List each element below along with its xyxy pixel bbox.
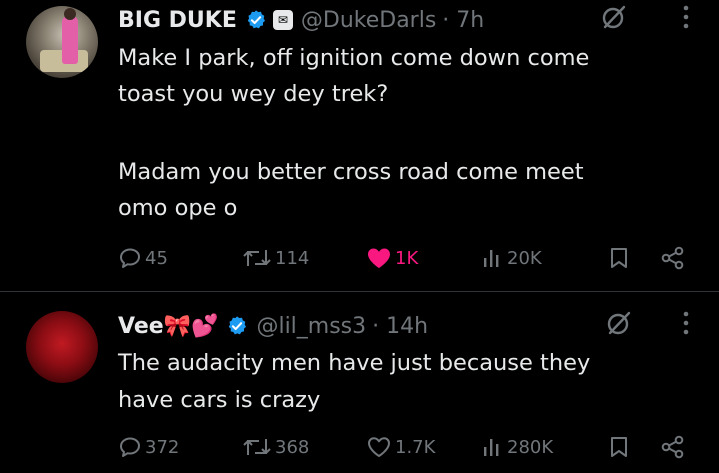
like-button[interactable]: 1K: [366, 240, 418, 276]
tweet-text-line: toast you wey dey trek?: [118, 81, 389, 107]
handle[interactable]: @lil_mss3: [256, 314, 366, 339]
tweet[interactable]: BIG DUKE ✉ @DukeDarls · 7h Make I park, …: [0, 0, 719, 292]
tweet-header: Vee🎀💕 @lil_mss3 · 14h: [118, 308, 428, 344]
tweet-actions: 372 368 1.7K 280K: [108, 429, 708, 465]
retweet-icon: [243, 250, 271, 266]
reply-button[interactable]: 45: [118, 240, 168, 276]
tweet-actions: 45 114 1K 20K: [108, 240, 708, 276]
avatar-figure-shape: [62, 16, 78, 64]
share-button[interactable]: [660, 240, 686, 276]
display-name[interactable]: Vee🎀💕: [118, 314, 218, 339]
share-button[interactable]: [660, 429, 686, 465]
grok-icon[interactable]: [601, 4, 627, 30]
reply-icon: [120, 248, 140, 268]
more-icon[interactable]: [682, 4, 690, 30]
reply-icon: [120, 437, 140, 457]
like-count: 1K: [395, 247, 419, 269]
tweet-text-line: The audacity men have just because they: [118, 350, 591, 376]
tweet-text-line: have cars is crazy: [118, 387, 321, 413]
tweet-text-line: Madam you better cross road come meet: [118, 159, 584, 185]
tweet-text-line: omo ope o: [118, 195, 238, 221]
views-count: 280K: [507, 436, 554, 458]
bookmark-icon: [611, 248, 627, 268]
more-icon[interactable]: [682, 310, 690, 336]
retweet-button[interactable]: 368: [242, 429, 309, 465]
tweet-text-line: Make I park, off ignition come down come: [118, 45, 590, 71]
views-icon: [484, 250, 499, 267]
views-button[interactable]: 20K: [482, 240, 542, 276]
timestamp[interactable]: · 14h: [372, 314, 428, 339]
heart-icon: [368, 248, 390, 268]
timestamp[interactable]: · 7h: [442, 8, 484, 33]
like-button[interactable]: 1.7K: [366, 429, 435, 465]
handle[interactable]: @DukeDarls: [301, 8, 436, 33]
reply-count: 45: [145, 247, 168, 269]
display-name[interactable]: BIG DUKE: [118, 8, 237, 33]
share-icon: [661, 435, 684, 459]
views-count: 20K: [507, 247, 542, 269]
tweet[interactable]: Vee🎀💕 @lil_mss3 · 14h The audacity men h…: [0, 293, 719, 473]
verified-badge-icon: [245, 9, 267, 31]
retweet-icon: [243, 439, 271, 455]
avatar[interactable]: [26, 6, 98, 78]
grok-icon[interactable]: [606, 310, 632, 336]
bookmark-icon: [611, 437, 627, 457]
avatar[interactable]: [26, 311, 98, 383]
verified-badge-icon: [226, 315, 248, 337]
tweet-header: BIG DUKE ✉ @DukeDarls · 7h: [118, 2, 484, 38]
divider: [0, 291, 719, 292]
affiliation-badge-icon: ✉: [272, 10, 293, 30]
bookmark-button[interactable]: [608, 240, 630, 276]
reply-count: 372: [145, 436, 180, 458]
heart-icon: [368, 437, 390, 457]
retweet-count: 114: [275, 247, 310, 269]
retweet-count: 368: [275, 436, 310, 458]
views-icon: [484, 439, 499, 456]
avatar-head-shape: [64, 8, 76, 20]
retweet-button[interactable]: 114: [242, 240, 309, 276]
bookmark-button[interactable]: [608, 429, 630, 465]
share-icon: [661, 246, 684, 270]
reply-button[interactable]: 372: [118, 429, 179, 465]
views-button[interactable]: 280K: [482, 429, 553, 465]
like-count: 1.7K: [395, 436, 436, 458]
